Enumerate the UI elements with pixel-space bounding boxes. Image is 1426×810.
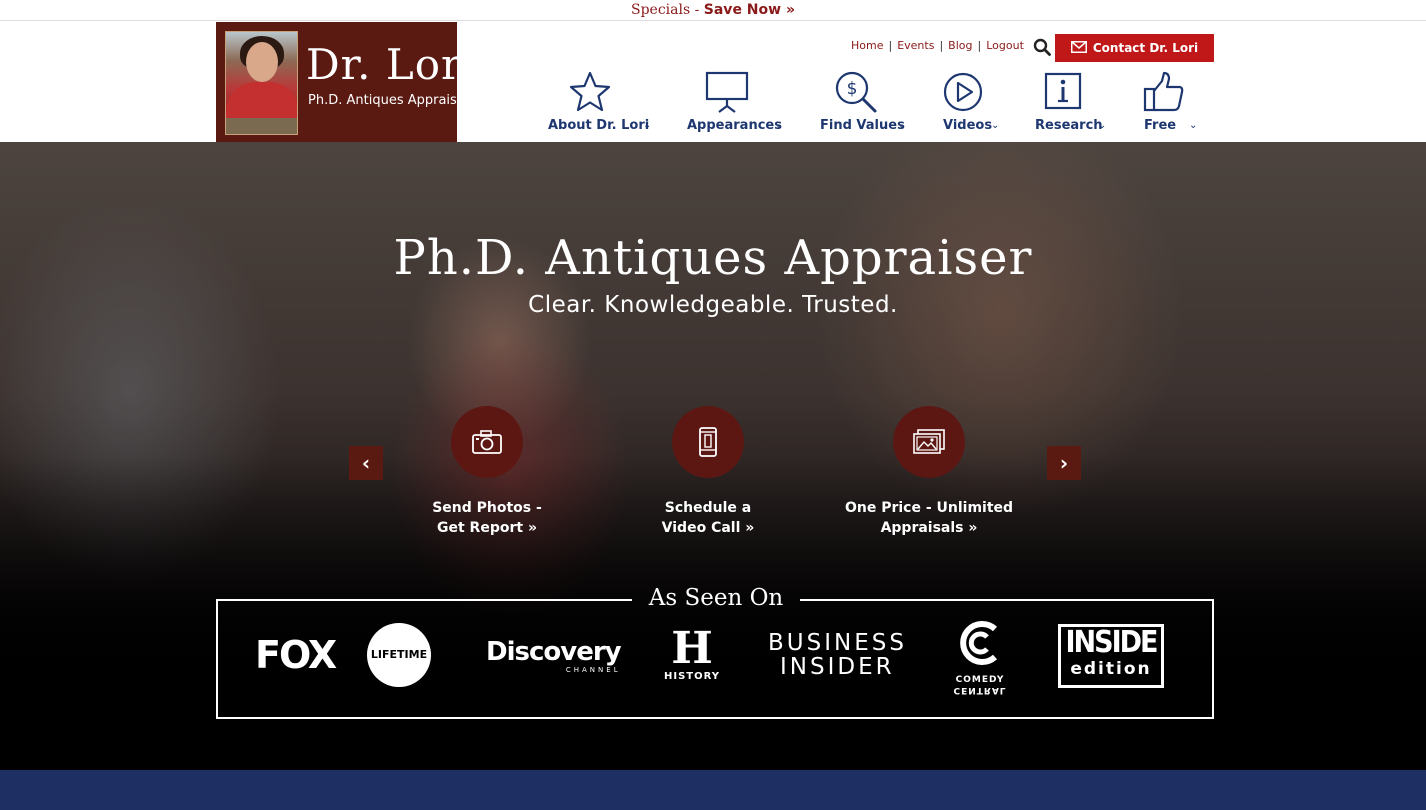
chevron-down-icon: ⌄ — [1098, 120, 1107, 131]
save-now-link[interactable]: Save Now » — [704, 2, 795, 18]
discovery-text: Discovery — [486, 637, 622, 667]
insider-text: INSIDER — [780, 654, 895, 680]
footer-band — [0, 770, 1426, 810]
feature-line: Schedule a — [664, 500, 752, 516]
nav-label: About Dr. Lori — [548, 118, 650, 133]
info-icon — [1044, 72, 1082, 110]
carousel-next-button[interactable]: › — [1047, 446, 1081, 480]
thumbs-up-icon — [1143, 71, 1184, 112]
nav-label: Free — [1144, 118, 1177, 133]
hero-section: Ph.D. Antiques Appraiser Clear. Knowledg… — [0, 142, 1426, 770]
nav-about[interactable]: About Dr. Lori ⌄ — [548, 70, 658, 138]
presentation-icon — [705, 71, 749, 113]
comedy-central-logo: COMEDY CENTRAL — [950, 615, 1010, 695]
as-seen-on-title: As Seen On — [648, 585, 784, 611]
chevron-down-icon: ⌄ — [775, 120, 784, 131]
central-text: CENTRAL — [953, 685, 1007, 695]
feature-send-photos[interactable]: Send Photos - Get Report » — [387, 406, 587, 538]
nav-label: Appearances — [687, 118, 782, 133]
inside-edition-logo: INSIDE edition — [1058, 624, 1164, 688]
camera-icon — [472, 430, 502, 454]
nav-label: Find Values — [820, 118, 905, 133]
chevron-down-icon: ⌄ — [1189, 120, 1198, 131]
chevron-down-icon: ⌄ — [898, 120, 907, 131]
discovery-logo: Discovery CHANNEL — [486, 637, 622, 674]
phone-icon — [699, 427, 717, 457]
inside-text: INSIDE — [1065, 625, 1159, 660]
fox-logo: FOX — [255, 633, 337, 677]
chevron-down-icon: ⌄ — [991, 120, 1000, 131]
feature-line: Video Call » — [661, 520, 755, 536]
blog-link[interactable]: Blog — [948, 39, 972, 52]
feature-line: Get Report » — [437, 520, 537, 536]
comedy-text: COMEDY — [955, 675, 1005, 685]
feature-video-call[interactable]: Schedule a Video Call » — [608, 406, 808, 538]
site-logo[interactable]: Dr. Lori Ph.D. Antiques Appraiser — [216, 22, 476, 142]
site-header: Dr. Lori Ph.D. Antiques Appraiser Home | E… — [0, 21, 1426, 142]
contact-label: Contact Dr. Lori — [1092, 41, 1199, 55]
nav-label: Research — [1035, 118, 1103, 133]
carousel-prev-button[interactable]: ‹ — [349, 446, 383, 480]
business-insider-logo: BUSINESS INSIDER — [768, 631, 907, 679]
lifetime-logo: LIFETIME — [367, 623, 431, 687]
history-letter: H — [671, 623, 713, 674]
nav-appearances[interactable]: Appearances ⌄ — [687, 70, 792, 138]
discovery-sub: CHANNEL — [565, 666, 621, 674]
utility-nav: Home | Events | Blog | Logout — [851, 39, 1024, 52]
edition-text: edition — [1070, 659, 1152, 679]
nav-free[interactable]: Free ⌄ — [1143, 70, 1208, 138]
envelope-icon — [1070, 41, 1087, 53]
nav-label: Videos — [943, 118, 993, 133]
dr-lori-portrait — [225, 31, 298, 135]
nav-find-values[interactable]: $ Find Values ⌄ — [820, 70, 915, 138]
business-text: BUSINESS — [768, 630, 907, 656]
history-text: HISTORY — [664, 671, 721, 682]
chevron-down-icon: ⌄ — [643, 120, 652, 131]
specials-label: Specials - — [630, 2, 704, 18]
nav-videos[interactable]: Videos ⌄ — [943, 70, 1008, 138]
images-icon — [913, 429, 945, 454]
feature-line: Appraisals » — [880, 520, 978, 536]
history-logo: H HISTORY — [664, 623, 721, 683]
lifetime-text: LIFETIME — [370, 648, 428, 661]
comedy-central-c — [960, 621, 998, 665]
hero-subtitle: Clear. Knowledgeable. Trusted. — [528, 292, 898, 318]
logo-tagline: Ph.D. Antiques Appraiser — [308, 93, 471, 108]
contact-button[interactable]: Contact Dr. Lori — [1055, 34, 1214, 62]
as-seen-on-box: As Seen On FOX LIFETIME Discovery CHANNE… — [216, 585, 1214, 719]
dollar-search-icon: $ — [835, 71, 877, 113]
hero-title: Ph.D. Antiques Appraiser — [393, 230, 1033, 286]
feature-line: Send Photos - — [432, 500, 542, 516]
feature-line: One Price - Unlimited — [844, 500, 1014, 516]
chevron-right-icon: › — [1059, 451, 1069, 475]
home-link[interactable]: Home — [851, 39, 883, 52]
logout-link[interactable]: Logout — [986, 39, 1024, 52]
events-link[interactable]: Events — [897, 39, 934, 52]
play-icon — [943, 72, 983, 112]
specials-bar: Specials - Save Now » — [0, 0, 1426, 21]
feature-unlimited-appraisals[interactable]: One Price - Unlimited Appraisals » — [829, 406, 1029, 538]
search-icon[interactable] — [1033, 38, 1051, 56]
chevron-left-icon: ‹ — [361, 451, 371, 475]
logo-name: Dr. Lori — [306, 40, 477, 89]
nav-research[interactable]: Research ⌄ — [1035, 70, 1115, 138]
star-icon — [569, 71, 611, 112]
svg-text:$: $ — [847, 79, 858, 99]
